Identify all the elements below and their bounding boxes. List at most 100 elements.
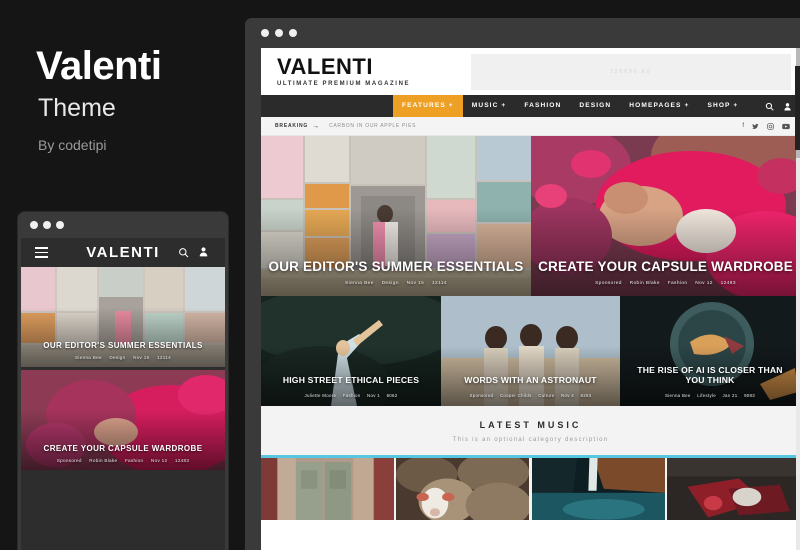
meta-author: Sienna Bee [664, 393, 691, 398]
meta-sponsored: Sponsored [595, 281, 622, 286]
meta-date: Nov 15 [133, 355, 150, 360]
window-dot-minimize[interactable] [275, 29, 283, 37]
music-thumb-fabric[interactable] [666, 457, 800, 520]
nav-item-homepages[interactable]: HOMEPAGES + [620, 95, 698, 117]
mobile-article-card[interactable]: OUR EDITOR'S SUMMER ESSENTIALS Sienna Be… [21, 267, 225, 367]
meta-date: Nov 4 [561, 393, 574, 398]
meta-author: Juliette Moore [304, 393, 337, 398]
meta-views: 12114 [431, 281, 447, 286]
browser-viewport: VALENTI ULTIMATE PREMIUM MAGAZINE 728X90… [261, 48, 800, 550]
section-title: LATEST MUSIC [479, 420, 582, 430]
article-meta: Sponsored Robin Blake Fashion Nov 12 124… [21, 458, 225, 463]
facebook-icon[interactable]: f [742, 123, 744, 129]
twitter-icon[interactable] [752, 123, 759, 130]
thumb-image-waterfall [531, 457, 665, 520]
hero-meta: Sponsored Robin Blake Fashion Nov 12 124… [537, 281, 794, 286]
user-icon[interactable] [198, 246, 209, 257]
meta-category: Culture [538, 393, 555, 398]
page-title: Valenti [36, 44, 162, 88]
nav-item-features[interactable]: FEATURES + [393, 95, 463, 117]
card-overlay [441, 296, 620, 406]
main-navigation: FEATURES + MUSIC + FASHION DESIGN HOMEPA… [261, 95, 800, 117]
article-title: CREATE YOUR CAPSULE WARDROBE [43, 444, 203, 453]
search-icon[interactable] [765, 102, 774, 111]
latest-music-section: LATEST MUSIC This is an optional categor… [261, 406, 800, 520]
mobile-article-card[interactable]: CREATE YOUR CAPSULE WARDROBE Sponsored R… [21, 370, 225, 470]
meta-sponsored: Sponsored [469, 393, 494, 398]
meta-category: Design [109, 355, 126, 360]
article-card-astronaut[interactable]: WORDS WITH AN ASTRONAUT Sponsored Cooper… [441, 296, 620, 406]
meta-author: Sienna Bee [345, 281, 374, 286]
site-logo-name: VALENTI [277, 54, 373, 79]
music-thumb-sheep[interactable] [396, 457, 530, 520]
card-title: THE RISE OF AI IS CLOSER THAN YOU THINK [637, 364, 783, 386]
nav-item-shop[interactable]: SHOP + [698, 95, 747, 117]
meta-author: Robin Blake [629, 281, 660, 286]
breaking-news-bar: BREAKING → CARBON IN OUR APPLE PIES f [261, 117, 800, 136]
hero-title: OUR EDITOR'S SUMMER ESSENTIALS [268, 259, 524, 274]
meta-views: 9083 [744, 393, 756, 398]
arrow-right-icon: → [312, 122, 320, 130]
mobile-preview-window: VALENTI OUR EDITOR'S SUMMER ESSENTIALS S… [18, 212, 228, 550]
meta-author: Cooper Childs [499, 393, 532, 398]
user-icon[interactable] [783, 102, 792, 111]
meta-category: Fashion [667, 281, 688, 286]
secondary-article-row: HIGH STREET ETHICAL PIECES Juliette Moor… [261, 296, 800, 406]
hero-article-primary[interactable]: OUR EDITOR'S SUMMER ESSENTIALS Sienna Be… [261, 136, 531, 296]
mobile-site-header: VALENTI [21, 238, 225, 267]
mobile-logo[interactable]: VALENTI [21, 244, 225, 261]
site-logo[interactable]: VALENTI ULTIMATE PREMIUM MAGAZINE [277, 54, 411, 88]
meta-category: Fashion [124, 458, 144, 463]
article-card-ai[interactable]: THE RISE OF AI IS CLOSER THAN YOU THINK … [620, 296, 800, 406]
meta-category: Lifestyle [697, 393, 717, 398]
desktop-preview-window: VALENTI ULTIMATE PREMIUM MAGAZINE 728X90… [245, 18, 800, 550]
meta-date: Nov 12 [695, 281, 713, 286]
meta-sponsored: Sponsored [56, 458, 82, 463]
meta-date: Nov 15 [406, 281, 425, 286]
meta-date: Nov 12 [150, 458, 168, 463]
meta-views: 6062 [386, 393, 398, 398]
hero-meta: Sienna Bee Design Nov 15 12114 [267, 281, 525, 286]
breaking-label: BREAKING [275, 123, 309, 129]
card-overlay [21, 370, 225, 470]
mobile-viewport: VALENTI OUR EDITOR'S SUMMER ESSENTIALS S… [21, 238, 225, 550]
nav-icon-group [765, 95, 792, 117]
instagram-icon[interactable] [767, 122, 774, 130]
search-icon[interactable] [178, 247, 189, 258]
article-meta: Sienna Bee Design Nov 15 12114 [21, 355, 225, 360]
nav-item-design[interactable]: DESIGN [570, 95, 620, 117]
nav-item-fashion[interactable]: FASHION [515, 95, 570, 117]
window-dot-maximize[interactable] [289, 29, 297, 37]
author-credit: By codetipi [38, 137, 107, 153]
nav-item-music[interactable]: MUSIC + [463, 95, 516, 117]
meta-category: Design [381, 281, 399, 286]
meta-author: Sienna Bee [75, 355, 102, 360]
youtube-icon[interactable] [782, 123, 790, 130]
window-dot-close[interactable] [261, 29, 269, 37]
card-overlay [620, 296, 800, 406]
card-title: WORDS WITH AN ASTRONAUT [464, 375, 597, 386]
meta-date: Jan 21 [722, 393, 738, 398]
hero-title: CREATE YOUR CAPSULE WARDROBE [538, 259, 793, 274]
card-meta: Sponsored Cooper Childs Culture Nov 4 82… [447, 393, 614, 398]
window-dot-close[interactable] [30, 221, 38, 229]
site-header: VALENTI ULTIMATE PREMIUM MAGAZINE 728X90… [261, 48, 800, 95]
site-logo-tagline: ULTIMATE PREMIUM MAGAZINE [277, 81, 411, 87]
breaking-headline[interactable]: CARBON IN OUR APPLE PIES [329, 123, 416, 129]
card-overlay [21, 267, 225, 367]
page-edge-shadow [795, 66, 800, 150]
hero-article-row: OUR EDITOR'S SUMMER ESSENTIALS Sienna Be… [261, 136, 800, 296]
window-dot-maximize[interactable] [56, 221, 64, 229]
social-icon-group: f [742, 117, 790, 135]
thumb-image-sheep [396, 457, 530, 520]
music-thumb-waterfall[interactable] [531, 457, 665, 520]
thumb-image-red-fabric [666, 457, 800, 520]
section-description: This is an optional category description [452, 437, 609, 443]
ad-placeholder[interactable]: 728X90 AD [471, 54, 791, 90]
meta-author: Robin Blake [89, 458, 118, 463]
hero-article-secondary[interactable]: CREATE YOUR CAPSULE WARDROBE Sponsored R… [531, 136, 800, 296]
music-thumb-doors[interactable] [261, 457, 395, 520]
article-card-high-street[interactable]: HIGH STREET ETHICAL PIECES Juliette Moor… [261, 296, 441, 406]
window-dot-minimize[interactable] [43, 221, 51, 229]
card-title: HIGH STREET ETHICAL PIECES [282, 375, 420, 386]
